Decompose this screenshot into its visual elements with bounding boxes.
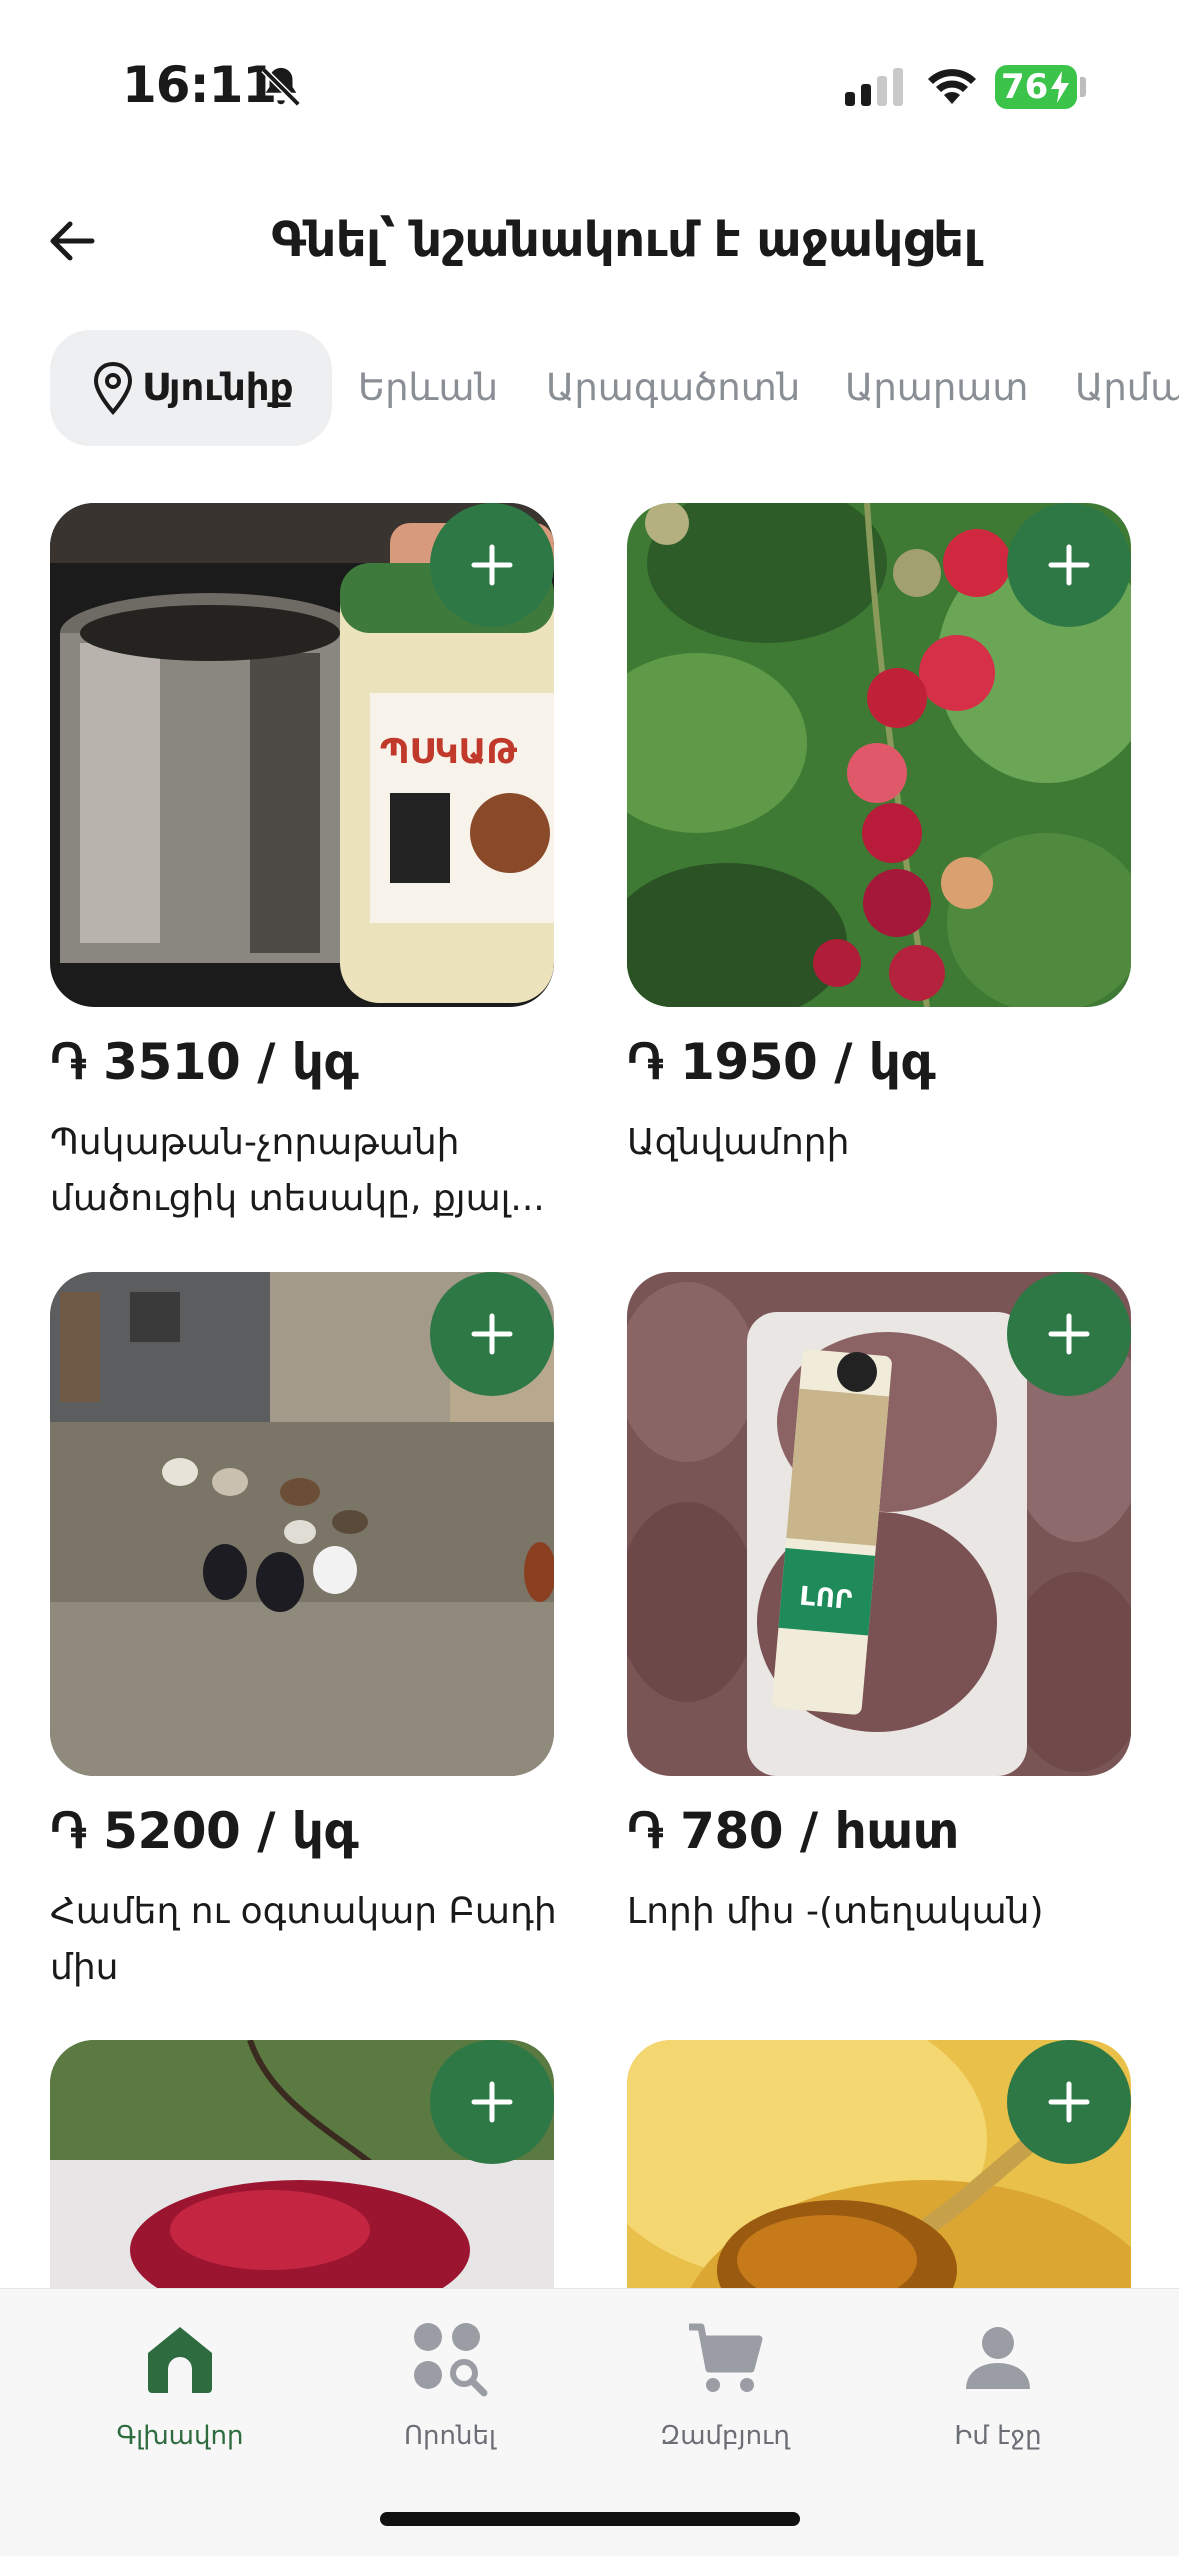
wifi-icon [928,69,976,104]
add-to-cart-button[interactable] [1007,503,1131,627]
product-name: Ազնվամորի [627,1122,850,1163]
product-name: Պսկաթան-չորաթանի մածուցիկ տեսակը, քյալ..… [50,1122,545,1219]
tab-syunik[interactable]: Սյունիք [50,330,332,446]
tab-yerevan[interactable]: Երևան [358,330,498,446]
nav-search[interactable]: Որոնել [320,2289,580,2489]
product-price: ֏ 3510 / կգ [50,1033,359,1091]
back-arrow-icon[interactable] [40,208,106,274]
home-icon [148,2327,212,2393]
region-tabs[interactable]: Սյունիք Երևան Արագածոտն Արարատ Արմա [50,330,1179,446]
product-price: ֏ 5200 / կգ [50,1802,359,1860]
nav-home[interactable]: Գլխավոր [50,2289,310,2489]
nav-profile[interactable]: Իմ էջը [868,2289,1128,2489]
product-price: ֏ 780 / հատ [627,1802,959,1860]
add-to-cart-button[interactable] [1007,1272,1131,1396]
page-title: Գնել՝ նշանակում է աջակցել [271,212,978,268]
add-to-cart-button[interactable] [1007,2040,1131,2164]
plus-icon [1048,2081,1090,2123]
home-indicator [380,2512,800,2526]
nav-label: Որոնել [403,2421,496,2451]
battery-level: 76 [1001,67,1049,107]
charging-bolt-icon [1051,71,1069,103]
plus-icon [1048,1313,1090,1355]
nav-cart[interactable]: Զամբյուղ [595,2289,855,2489]
tab-label: Սյունիք [142,366,294,409]
status-bar: 16:11 76 [0,0,1179,170]
tab-aragatsotn[interactable]: Արագածոտն [546,330,800,446]
jar-label-text: ՊՍԿԱԹ [380,732,517,772]
nav-label: Իմ էջը [954,2421,1042,2451]
nav-label: Զամբյուղ [660,2421,790,2451]
pack-label-text: LՈՐ [798,1581,853,1615]
battery-tip [1080,77,1086,97]
product-name: Համեղ ու օգտակար Բադի միս [50,1891,557,1988]
search-grid-icon [414,2323,488,2397]
location-pin-icon [93,361,133,415]
product-name: Լորի միս -(տեղական) [627,1891,1044,1932]
plus-icon [471,544,513,586]
status-time: 16:11 [122,56,277,114]
add-to-cart-button[interactable] [430,2040,554,2164]
product-price: ֏ 1950 / կգ [627,1033,936,1091]
bell-slash-icon [261,67,301,107]
plus-icon [471,2081,513,2123]
add-to-cart-button[interactable] [430,503,554,627]
tab-armavir[interactable]: Արմա [1075,330,1179,446]
tab-ararat[interactable]: Արարատ [845,330,1028,446]
nav-label: Գլխավոր [116,2421,244,2451]
plus-icon [1048,544,1090,586]
profile-icon [966,2327,1030,2389]
cart-icon [689,2323,763,2392]
battery-indicator: 76 [995,65,1077,109]
cellular-signal-icon [845,68,903,106]
plus-icon [471,1313,513,1355]
add-to-cart-button[interactable] [430,1272,554,1396]
